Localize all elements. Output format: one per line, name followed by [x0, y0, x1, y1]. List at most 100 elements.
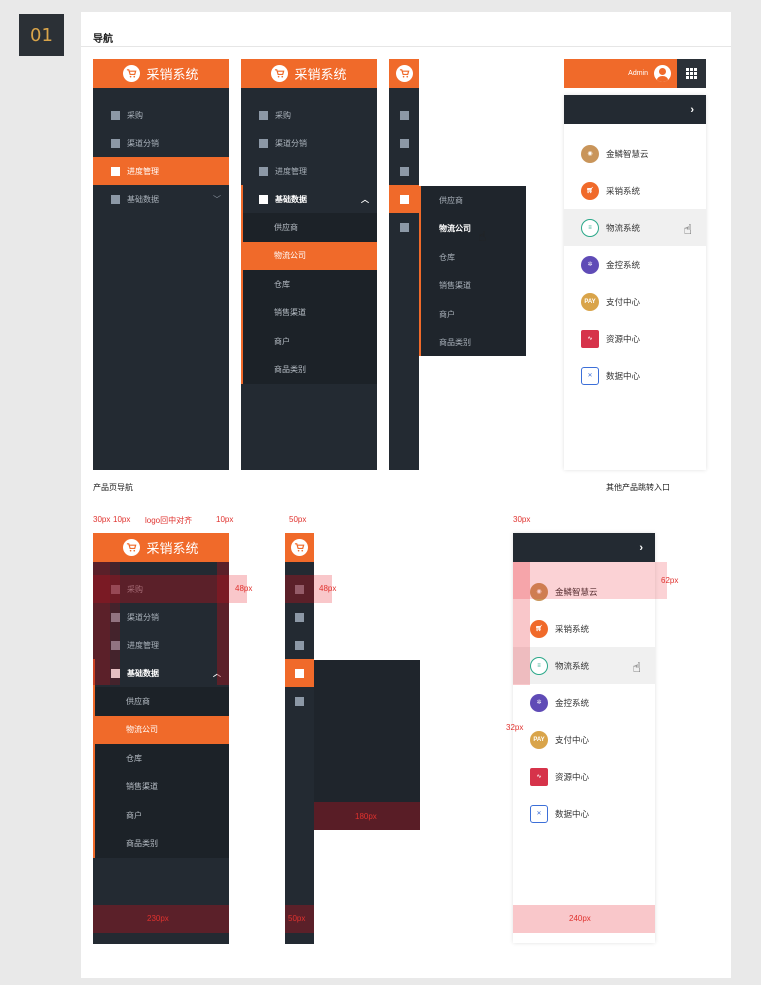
card-divider [81, 46, 731, 47]
golden-scale-cloud-icon: ◉ [581, 144, 599, 163]
product-item-logistics[interactable]: ≡ 物流系统 ☝ [564, 209, 706, 246]
product-switch-panel: › ◉ 金鳞智慧云 🛒︎ 采销系统 ≡ 物流系统 ☝ ✲ 金控系统 PAY 支付中心 ∿ 资源… [564, 95, 706, 470]
product-item-resource[interactable]: ∿ 资源中心 [513, 758, 655, 795]
fly-item-logistics[interactable]: 物流公司 [421, 215, 526, 244]
nav-label: 渠道分销 [127, 612, 159, 622]
mini-item-progress[interactable] [285, 631, 314, 659]
fly-item-category[interactable]: 商品类别 [421, 329, 526, 358]
mini-item-extra[interactable] [389, 213, 419, 241]
sub-item-merchant[interactable]: 商户 [95, 801, 229, 830]
sub-item-supplier[interactable]: 供应商 [95, 687, 229, 716]
sub-item-merchant[interactable]: 商户 [243, 327, 377, 356]
annotation-48px: 48px [235, 584, 253, 593]
sub-item-logistics[interactable]: 物流公司 [93, 715, 229, 744]
sidebar-menu: 采购 渠道分销 进度管理 基础数据 ﹀ [93, 88, 229, 470]
spec-overlay-row-height [513, 562, 667, 599]
product-item-data[interactable]: ✕ 数据中心 [564, 357, 706, 394]
product-label: 支付中心 [606, 296, 641, 307]
nav-label: 进度管理 [127, 166, 159, 176]
menu-square-icon [111, 166, 120, 176]
nav-item-base-data[interactable]: 基础数据 ﹀ [93, 185, 229, 213]
product-item-logistics[interactable]: ≡ 物流系统 ☝ [513, 647, 655, 684]
truck-icon: ≡ [581, 218, 599, 237]
mini-item-purchase[interactable] [389, 101, 419, 129]
nav-label: 采购 [275, 110, 291, 120]
annotation-logo-center: logo回中对齐 [145, 516, 193, 525]
mini-item-extra[interactable] [285, 687, 314, 715]
sub-item-sales-channel[interactable]: 销售渠道 [95, 773, 229, 802]
annotation-30px: 30px [93, 515, 111, 524]
sidebar-expanded-open: 采销系统 采购 渠道分销 进度管理 基础数据 ︿ 供应商 物流公司 仓库 销售渠道… [241, 59, 377, 470]
brand-name: 采销系统 [146, 67, 199, 82]
panel-header: › [513, 533, 655, 562]
app-grid-button[interactable] [677, 59, 706, 88]
brand-header[interactable]: 采销系统 [93, 59, 229, 88]
fly-item-sales-channel[interactable]: 销售渠道 [421, 272, 526, 301]
nav-item-channel[interactable]: 渠道分销 [241, 129, 377, 157]
brand-name: 采销系统 [146, 541, 199, 556]
product-item-procurement[interactable]: 🛒︎ 采销系统 [564, 172, 706, 209]
admin-bar[interactable]: Admin [564, 59, 677, 88]
chevron-down-icon: ﹀ [213, 194, 221, 204]
annotation-30px-panel: 30px [513, 515, 531, 524]
chevron-right-icon[interactable]: › [639, 542, 643, 554]
pulse-icon: ∿ [581, 329, 599, 348]
product-item-golden-scale[interactable]: ◉ 金鳞智慧云 [564, 135, 706, 172]
mini-item-base-data[interactable] [389, 185, 419, 213]
sub-item-warehouse[interactable]: 仓库 [243, 270, 377, 299]
flyout-submenu: 供应商 物流公司 仓库 销售渠道 商户 商品类别 [419, 186, 526, 356]
product-item-finance[interactable]: ✲ 金控系统 [564, 246, 706, 283]
product-item-resource[interactable]: ∿ 资源中心 [564, 320, 706, 357]
sub-item-category[interactable]: 商品类别 [95, 830, 229, 859]
sub-item-category[interactable]: 商品类别 [243, 356, 377, 385]
annotation-180px: 180px [355, 812, 377, 821]
brand-header-mini[interactable] [389, 59, 419, 88]
nav-item-channel[interactable]: 渠道分销 [93, 129, 229, 157]
sub-item-supplier[interactable]: 供应商 [243, 213, 377, 242]
fly-item-warehouse[interactable]: 仓库 [421, 243, 526, 272]
menu-square-icon [259, 110, 268, 120]
section-number-badge: 01 [19, 14, 64, 56]
annotation-240px: 240px [569, 914, 591, 923]
product-label: 数据中心 [555, 808, 590, 819]
nav-label: 渠道分销 [275, 138, 307, 148]
sub-item-logistics[interactable]: 物流公司 [241, 241, 377, 270]
nav-item-progress[interactable]: 进度管理 [93, 157, 229, 185]
user-avatar-icon[interactable] [654, 65, 671, 82]
nav-item-purchase[interactable]: 采购 [241, 101, 377, 129]
fly-item-merchant[interactable]: 商户 [421, 300, 526, 329]
menu-square-icon [259, 138, 268, 148]
menu-square-icon [399, 110, 409, 120]
product-label: 金鳞智慧云 [606, 148, 649, 159]
chevron-right-icon[interactable]: › [690, 104, 694, 116]
mini-item-channel[interactable] [285, 603, 314, 631]
nav-item-base-data[interactable]: 基础数据 ︿ [241, 185, 377, 213]
product-label: 支付中心 [555, 734, 590, 745]
menu-square-icon [295, 640, 304, 650]
fly-item-supplier[interactable]: 供应商 [421, 186, 526, 215]
sub-item-sales-channel[interactable]: 销售渠道 [243, 299, 377, 328]
menu-square-icon [399, 222, 409, 232]
sidebar-expanded-collapsed: 采销系统 采购 渠道分销 进度管理 基础数据 ﹀ [93, 59, 229, 470]
product-label: 资源中心 [606, 333, 641, 344]
product-item-data[interactable]: ✕ 数据中心 [513, 795, 655, 832]
brand-header-mini[interactable] [285, 533, 314, 562]
product-item-procurement[interactable]: 🛒︎ 采销系统 [513, 610, 655, 647]
product-item-payment[interactable]: PAY 支付中心 [513, 721, 655, 758]
sub-item-warehouse[interactable]: 仓库 [95, 744, 229, 773]
mini-item-progress[interactable] [389, 157, 419, 185]
annotation-10px-right: 10px [216, 515, 234, 524]
product-label: 数据中心 [606, 370, 641, 381]
nav-item-purchase[interactable]: 采购 [93, 101, 229, 129]
cart-icon [291, 539, 308, 556]
brand-header[interactable]: 采销系统 [241, 59, 377, 88]
annotation-32px: 32px [506, 723, 524, 732]
caption-other-entry: 其他产品跳转入口 [606, 483, 670, 492]
mini-item-channel[interactable] [389, 129, 419, 157]
nav-item-progress[interactable]: 进度管理 [241, 157, 377, 185]
mini-item-base-data[interactable] [285, 659, 314, 687]
product-item-finance[interactable]: ✲ 金控系统 [513, 684, 655, 721]
product-item-payment[interactable]: PAY 支付中心 [564, 283, 706, 320]
brand-header[interactable]: 采销系统 [93, 533, 229, 562]
menu-square-icon [259, 166, 268, 176]
